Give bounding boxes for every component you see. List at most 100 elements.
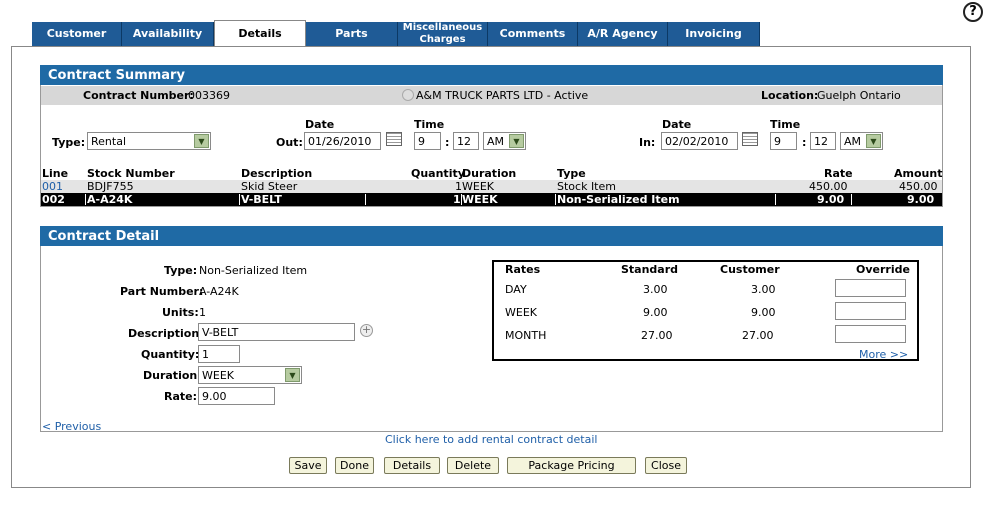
- detail-type-label: Type:: [164, 264, 198, 277]
- tab-customer[interactable]: Customer: [32, 22, 122, 46]
- rate-customer: 9.00: [751, 306, 776, 319]
- cell-divider: [365, 194, 366, 205]
- amount: 450.00: [899, 180, 938, 193]
- rate-period: MONTH: [505, 329, 547, 342]
- cell-divider: [85, 194, 86, 205]
- close-button[interactable]: Close: [645, 457, 687, 474]
- rate-period: WEEK: [505, 306, 537, 319]
- part-number-label: Part Number:: [120, 285, 204, 298]
- out-ampm-value: AM: [487, 134, 505, 148]
- override-month-input[interactable]: [835, 325, 906, 343]
- add-icon[interactable]: +: [360, 324, 373, 337]
- description-label: Description:: [128, 327, 204, 340]
- rate: 450.00: [809, 180, 848, 193]
- tab-details[interactable]: Details: [214, 20, 306, 46]
- type-label: Type:: [52, 136, 86, 149]
- out-ampm-select[interactable]: AM ▼: [483, 132, 526, 150]
- tab-invoicing[interactable]: Invoicing: [668, 22, 760, 46]
- chevron-down-icon: ▼: [285, 368, 300, 382]
- override-week-input[interactable]: [835, 302, 906, 320]
- previous-link[interactable]: < Previous: [42, 420, 101, 433]
- tab-misc-line1: Miscellaneous: [402, 22, 483, 33]
- duration: WEEK: [462, 180, 494, 193]
- chevron-down-icon: ▼: [866, 134, 881, 148]
- calendar-icon[interactable]: [742, 132, 758, 146]
- delete-button[interactable]: Delete: [447, 457, 499, 474]
- item-type: Non-Serialized Item: [557, 193, 680, 206]
- table-row-selected[interactable]: 002 A-A24K V-BELT 1 WEEK Non-Serialized …: [41, 193, 942, 206]
- out-label: Out:: [276, 136, 303, 149]
- stock-number: A-A24K: [87, 193, 133, 206]
- rate-customer: 3.00: [751, 283, 776, 296]
- contract-detail-header: Contract Detail: [40, 226, 943, 246]
- tab-miscellaneous-charges[interactable]: Miscellaneous Charges: [398, 22, 488, 46]
- quantity-input[interactable]: [198, 345, 240, 363]
- col-duration: Duration: [462, 167, 517, 180]
- rate: 9.00: [817, 193, 845, 206]
- more-rates-link[interactable]: More >>: [859, 348, 908, 361]
- contract-info-bar: Contract Number: 003369 A&M TRUCK PARTS …: [41, 86, 942, 105]
- duration-label: Duration:: [143, 369, 202, 382]
- stock-number: BDJF755: [87, 180, 134, 193]
- tab-misc-line2: Charges: [419, 34, 466, 45]
- col-stock-number: Stock Number: [87, 167, 175, 180]
- cell-divider: [775, 194, 776, 205]
- contract-type-select[interactable]: Rental ▼: [87, 132, 211, 150]
- override-day-input[interactable]: [835, 279, 906, 297]
- duration-value: WEEK: [202, 368, 234, 382]
- cell-divider: [239, 194, 240, 205]
- description: V-BELT: [241, 193, 282, 206]
- help-icon[interactable]: ?: [963, 2, 983, 22]
- description-input[interactable]: [198, 323, 355, 341]
- customer-name: A&M TRUCK PARTS LTD - Active: [416, 89, 589, 102]
- contract-number: 003369: [188, 89, 230, 102]
- in-date-input[interactable]: [661, 132, 738, 150]
- rate-label: Rate:: [164, 390, 198, 403]
- out-minute-input[interactable]: [453, 132, 479, 150]
- customer-info-icon[interactable]: [402, 89, 414, 101]
- rate-input[interactable]: [198, 387, 275, 405]
- time-separator: :: [802, 136, 807, 149]
- calendar-icon[interactable]: [386, 132, 402, 146]
- quantity: 1: [453, 193, 461, 206]
- out-time-header: Time: [414, 118, 445, 131]
- tab-availability[interactable]: Availability: [122, 22, 214, 46]
- in-ampm-select[interactable]: AM ▼: [840, 132, 883, 150]
- location-label: Location:: [761, 89, 819, 102]
- col-amount: Amount: [894, 167, 943, 180]
- col-rate: Rate: [824, 167, 853, 180]
- done-button[interactable]: Done: [335, 457, 374, 474]
- table-row[interactable]: 001 BDJF755 Skid Steer 1 WEEK Stock Item…: [41, 180, 942, 193]
- line-number-link[interactable]: 001: [42, 180, 63, 193]
- package-pricing-button[interactable]: Package Pricing: [507, 457, 636, 474]
- in-minute-input[interactable]: [810, 132, 836, 150]
- in-ampm-value: AM: [844, 134, 862, 148]
- location-value: Guelph Ontario: [817, 89, 901, 102]
- add-rental-detail-link[interactable]: Click here to add rental contract detail: [385, 433, 597, 446]
- in-label: In:: [639, 136, 656, 149]
- rate-standard: 3.00: [643, 283, 668, 296]
- duration: WEEK: [462, 193, 498, 206]
- duration-select[interactable]: WEEK ▼: [198, 366, 302, 384]
- in-hour-input[interactable]: [770, 132, 797, 150]
- units-label: Units:: [162, 306, 199, 319]
- line-number[interactable]: 002: [42, 193, 65, 206]
- col-description: Description: [241, 167, 313, 180]
- tab-comments[interactable]: Comments: [488, 22, 578, 46]
- time-separator: :: [445, 136, 450, 149]
- cell-divider: [555, 194, 556, 205]
- tab-ar-agency[interactable]: A/R Agency: [578, 22, 668, 46]
- contract-summary-header: Contract Summary: [40, 65, 943, 85]
- contract-type-value: Rental: [91, 134, 126, 148]
- save-button[interactable]: Save: [289, 457, 327, 474]
- item-type: Stock Item: [557, 180, 616, 193]
- quantity-label: Quantity:: [141, 348, 200, 361]
- rates-header: Rates: [505, 263, 541, 276]
- details-button[interactable]: Details: [384, 457, 440, 474]
- out-hour-input[interactable]: [414, 132, 441, 150]
- units-value: 1: [199, 306, 206, 319]
- in-date-header: Date: [662, 118, 692, 131]
- out-date-input[interactable]: [304, 132, 381, 150]
- rate-period: DAY: [505, 283, 527, 296]
- tab-parts[interactable]: Parts: [306, 22, 398, 46]
